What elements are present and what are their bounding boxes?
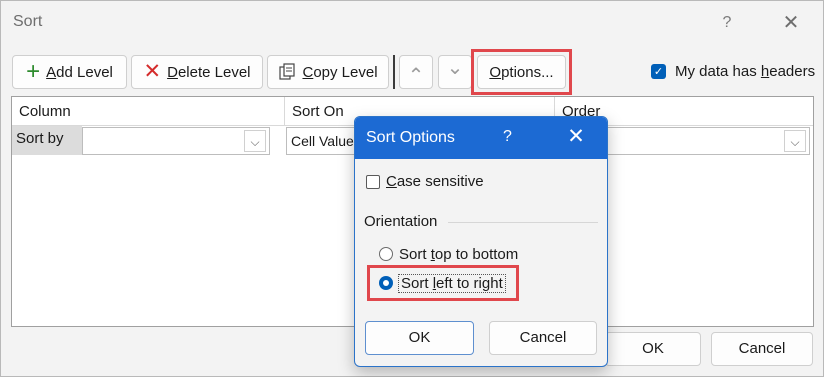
delete-level-button[interactable]: ✕ Delete Level xyxy=(131,55,263,89)
sort-options-title-bar: Sort Options ? ✕ xyxy=(355,117,607,159)
chevron-down-icon[interactable]: ⌵ xyxy=(244,130,266,152)
close-button[interactable]: ✕ xyxy=(776,9,806,37)
move-up-button[interactable]: ⌃ xyxy=(399,55,433,89)
add-level-button[interactable]: + Add Level xyxy=(12,55,127,89)
orientation-divider xyxy=(448,222,598,223)
copy-icon xyxy=(279,63,296,80)
copy-level-button[interactable]: Copy Level xyxy=(267,55,389,89)
sort-left-to-right-label: Sort left to right xyxy=(398,274,506,293)
copy-level-label: Copy Level xyxy=(302,63,378,81)
delete-x-icon: ✕ xyxy=(143,60,162,83)
sort-options-ok-button[interactable]: OK xyxy=(365,321,474,355)
dialog-title: Sort xyxy=(13,13,43,30)
help-button[interactable]: ? xyxy=(713,11,741,35)
chevron-down-icon: ⌄ xyxy=(446,57,464,79)
sort-options-cancel-button[interactable]: Cancel xyxy=(489,321,597,355)
cancel-button[interactable]: Cancel xyxy=(711,332,813,366)
add-level-label: Add Level xyxy=(46,63,113,81)
chevron-down-icon[interactable]: ⌵ xyxy=(784,130,806,152)
sort-left-to-right-radio[interactable] xyxy=(379,276,393,290)
case-sensitive-checkbox[interactable] xyxy=(366,175,380,189)
headers-checkbox-label: My data has headers xyxy=(675,63,816,80)
close-button[interactable]: ✕ xyxy=(563,124,589,149)
sort-top-to-bottom-radio[interactable] xyxy=(379,247,393,261)
ok-button[interactable]: OK xyxy=(605,332,701,366)
column-header-column: Column xyxy=(12,97,285,126)
sort-by-label: Sort by xyxy=(12,126,82,155)
chevron-up-icon: ⌃ xyxy=(407,65,425,87)
sort-top-to-bottom-label: Sort top to bottom xyxy=(399,246,519,263)
options-label: Options... xyxy=(489,63,554,81)
headers-checkbox[interactable]: ✓ xyxy=(651,64,666,79)
column-select[interactable]: ⌵ xyxy=(82,127,270,155)
delete-level-label: Delete Level xyxy=(167,63,251,81)
toolbar-separator xyxy=(393,55,395,89)
help-button[interactable]: ? xyxy=(503,128,512,146)
sort-options-dialog: Sort Options ? ✕ Case sensitive Orientat… xyxy=(354,116,608,367)
plus-icon: + xyxy=(26,58,41,85)
checkmark-icon: ✓ xyxy=(653,66,664,78)
options-button[interactable]: Options... xyxy=(477,55,566,89)
move-down-button[interactable]: ⌄ xyxy=(438,55,472,89)
sort-options-title: Sort Options xyxy=(366,129,455,146)
case-sensitive-label: Case sensitive xyxy=(386,173,484,190)
orientation-label: Orientation xyxy=(364,213,438,230)
order-select[interactable]: ⌵ xyxy=(602,127,810,155)
